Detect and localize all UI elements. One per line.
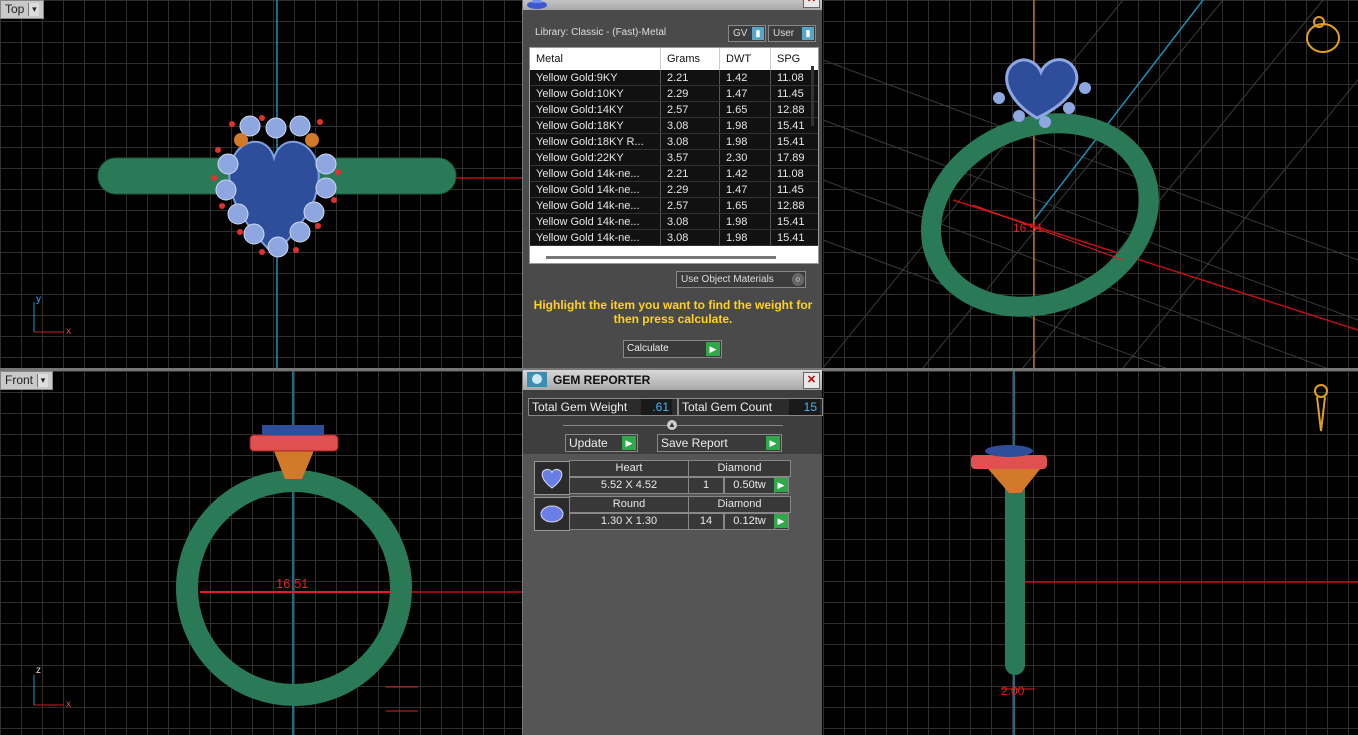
- band-width-dimension: 2.00: [1001, 684, 1025, 698]
- gem-count: 1: [688, 477, 724, 494]
- axis-x-label-front: x: [66, 699, 71, 710]
- table-row[interactable]: Yellow Gold 14k-ne... 2.21 1.42 11.08: [530, 165, 818, 182]
- play-icon: ▶: [774, 478, 788, 492]
- gem-reporter-icon: [527, 372, 547, 387]
- gem-weight: 0.12tw: [724, 513, 775, 530]
- perspective-viewport[interactable]: 16.51: [823, 0, 1358, 368]
- chevron-down-icon[interactable]: ▾: [37, 374, 49, 387]
- axis-z-label: z: [36, 665, 41, 676]
- ring-inner-dimension: 16.51: [276, 576, 309, 591]
- column-header[interactable]: DWT: [719, 48, 771, 70]
- gem-size: 1.30 X 1.30: [569, 513, 689, 530]
- gem-size: 5.52 X 4.52: [569, 477, 689, 494]
- toggle-icon: ▮: [752, 27, 764, 40]
- metal-weights-panel: ✕ Library: Classic - (Fast)-Metal GV▮ Us…: [523, 0, 822, 368]
- play-icon: ▶: [706, 342, 720, 356]
- table-header-row: Metal Grams DWT SPG: [530, 48, 818, 70]
- ring-band-perspective: [921, 113, 1159, 317]
- gem-count: 14: [688, 513, 724, 530]
- gv-toggle[interactable]: GV ▮: [728, 25, 766, 42]
- close-icon[interactable]: ✕: [803, 0, 820, 8]
- collapse-icon[interactable]: ▲: [667, 420, 677, 430]
- gem-reporter-titlebar[interactable]: GEM REPORTER ✕: [523, 370, 822, 390]
- gem-type: Diamond: [688, 496, 791, 513]
- gem-select-button[interactable]: ▶: [774, 513, 789, 530]
- viewport-label-front[interactable]: Front ▾: [0, 371, 54, 390]
- play-icon: ▶: [766, 436, 780, 450]
- table-row[interactable]: Yellow Gold:9KY 2.21 1.42 11.08: [530, 70, 818, 86]
- metal-table[interactable]: Metal Grams DWT SPG Yellow Gold:9KY 2.21 1…: [529, 47, 819, 264]
- axis-y-label: y: [36, 294, 41, 305]
- front-viewport[interactable]: 16.51 x z Front ▾: [0, 371, 522, 735]
- play-icon: ▶: [774, 514, 788, 528]
- gem-reporter-panel: GEM REPORTER ✕ Total Gem Weight .61 Tota…: [523, 370, 823, 735]
- column-header[interactable]: Grams: [660, 48, 720, 70]
- column-header[interactable]: Metal: [530, 48, 661, 70]
- round-gem-thumbnail[interactable]: [534, 497, 570, 531]
- user-toggle[interactable]: User ▮: [768, 25, 816, 42]
- side-view-canvas: 2.00: [971, 371, 1358, 735]
- heart-gem-thumbnail[interactable]: [534, 461, 570, 495]
- toggle-icon: ▮: [802, 27, 814, 40]
- play-icon: ▶: [622, 436, 636, 450]
- ring-icon: [1306, 16, 1340, 53]
- table-row[interactable]: Yellow Gold:18KY 3.08 1.98 15.41: [530, 117, 818, 134]
- ring-band-side: [1005, 475, 1025, 675]
- front-view-canvas: 16.51 x z: [33, 371, 522, 735]
- table-row[interactable]: Yellow Gold 14k-ne... 2.57 1.65 12.88: [530, 197, 818, 214]
- calculate-button[interactable]: Calculate ▶: [623, 340, 722, 358]
- side-viewport[interactable]: 2.00: [823, 371, 1358, 735]
- table-row[interactable]: Yellow Gold:22KY 3.57 2.30 17.89: [530, 149, 818, 166]
- radio-icon: ○: [792, 273, 804, 286]
- ring-inner-dimension-persp: 16.51: [1013, 221, 1043, 235]
- close-icon[interactable]: ✕: [803, 372, 820, 389]
- library-label: Library: Classic - (Fast)-Metal: [535, 27, 667, 38]
- heart-gem-icon: [541, 468, 563, 489]
- gem-shape: Heart: [569, 460, 689, 477]
- table-row[interactable]: Yellow Gold:10KY 2.29 1.47 11.45: [530, 85, 818, 102]
- table-row[interactable]: Yellow Gold 14k-ne... 3.08 1.98 15.41: [530, 229, 818, 246]
- table-row[interactable]: Yellow Gold 14k-ne... 2.29 1.47 11.45: [530, 181, 818, 198]
- table-row[interactable]: Yellow Gold:14KY 2.57 1.65 12.88: [530, 101, 818, 118]
- instruction-text: Highlight the item you want to find the …: [533, 298, 813, 326]
- horizontal-scrollbar[interactable]: [546, 256, 776, 259]
- chevron-down-icon[interactable]: ▾: [28, 3, 40, 16]
- use-object-materials-toggle[interactable]: Use Object Materials ○: [676, 271, 806, 288]
- viewport-label-top[interactable]: Top ▾: [0, 0, 45, 19]
- top-view-canvas: x y: [33, 0, 522, 368]
- gem-weight: 0.50tw: [724, 477, 775, 494]
- total-gem-weight-value: .61: [641, 399, 672, 415]
- table-row[interactable]: Yellow Gold:18KY R... 3.08 1.98 15.41: [530, 133, 818, 150]
- total-gem-count-value: 15: [789, 399, 820, 415]
- top-viewport[interactable]: x y Top ▾: [0, 0, 522, 368]
- gem-shape: Round: [569, 496, 689, 513]
- table-row[interactable]: Yellow Gold 14k-ne... 3.08 1.98 15.41: [530, 213, 818, 230]
- metal-weights-icon: [527, 0, 547, 9]
- metal-weights-titlebar[interactable]: ✕: [523, 0, 822, 10]
- update-button[interactable]: Update ▶: [565, 434, 638, 452]
- gem-select-button[interactable]: ▶: [774, 477, 789, 494]
- gem-type: Diamond: [688, 460, 791, 477]
- halo-front: [249, 434, 339, 452]
- round-gem-icon: [540, 505, 564, 523]
- save-report-button[interactable]: Save Report ▶: [657, 434, 782, 452]
- ring-side-icon: [1314, 384, 1328, 432]
- axis-x-label: x: [66, 326, 71, 337]
- perspective-canvas: 16.51: [823, 0, 1358, 368]
- vertical-scrollbar[interactable]: [811, 66, 814, 126]
